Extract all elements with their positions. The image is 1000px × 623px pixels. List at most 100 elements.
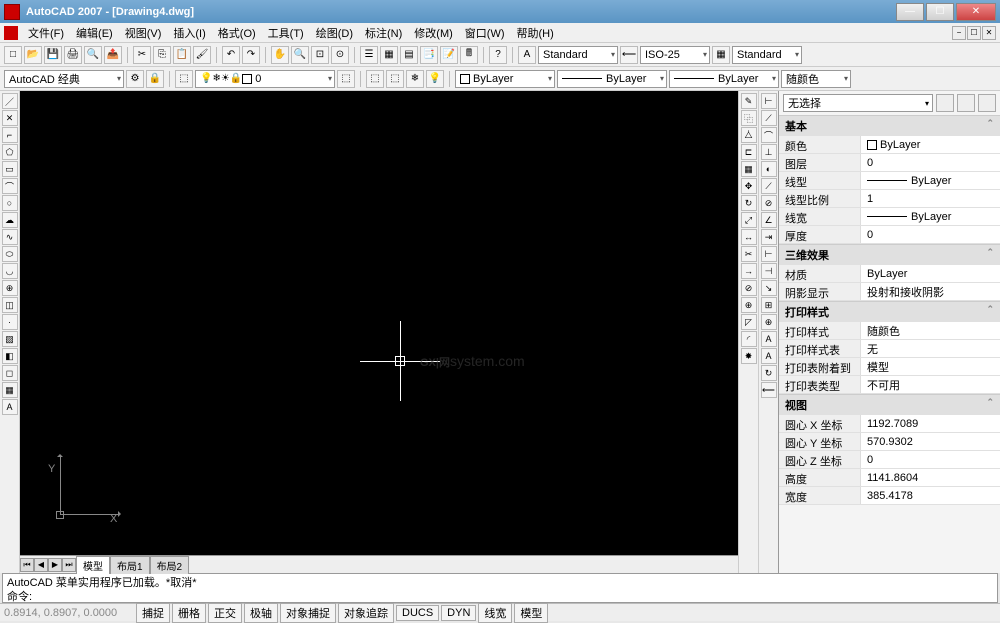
array-icon[interactable]: ▦ xyxy=(741,161,757,177)
rectangle-icon[interactable]: ▭ xyxy=(2,161,18,177)
centermark-icon[interactable]: ⊕ xyxy=(761,314,777,330)
dimcont-icon[interactable]: ⊣ xyxy=(761,263,777,279)
ellipsearc-icon[interactable]: ◡ xyxy=(2,263,18,279)
layer-freeze-icon[interactable]: ❄ xyxy=(406,70,424,88)
zoom-prev-icon[interactable]: ⊙ xyxy=(331,46,349,64)
prop-linetype-value[interactable]: ByLayer xyxy=(861,172,1000,189)
hatch-icon[interactable]: ▨ xyxy=(2,331,18,347)
region-icon[interactable]: ◻ xyxy=(2,365,18,381)
dimdia-icon[interactable]: ⊘ xyxy=(761,195,777,211)
arc-icon[interactable]: ⌒ xyxy=(2,178,18,194)
prop-shadow-value[interactable]: 投射和接收阴影 xyxy=(861,283,1000,300)
prop-plotattach-value[interactable]: 模型 xyxy=(861,358,1000,375)
select-objects-icon[interactable] xyxy=(957,94,975,112)
workspace-lock-icon[interactable]: 🔒 xyxy=(146,70,164,88)
markup-icon[interactable]: 📝 xyxy=(440,46,458,64)
chamfer-icon[interactable]: ◸ xyxy=(741,314,757,330)
menu-tools[interactable]: 工具(T) xyxy=(262,23,310,43)
properties-icon[interactable]: ☰ xyxy=(360,46,378,64)
insert-icon[interactable]: ⊕ xyxy=(2,280,18,296)
prop-color-value[interactable]: ByLayer xyxy=(861,136,1000,153)
prop-plotstyle-value[interactable]: 随颜色 xyxy=(861,322,1000,339)
tab-last-icon[interactable]: ⏭ xyxy=(62,558,76,572)
tab-next-icon[interactable]: ▶ xyxy=(48,558,62,572)
move-icon[interactable]: ✥ xyxy=(741,178,757,194)
layer-iso-icon[interactable]: ⬚ xyxy=(386,70,404,88)
preview-icon[interactable]: 🔍 xyxy=(84,46,102,64)
menu-help[interactable]: 帮助(H) xyxy=(511,23,560,43)
zoom-window-icon[interactable]: ⊡ xyxy=(311,46,329,64)
menu-dimension[interactable]: 标注(N) xyxy=(359,23,408,43)
stretch-icon[interactable]: ↔ xyxy=(741,229,757,245)
dimang-icon[interactable]: ∠ xyxy=(761,212,777,228)
section-3d[interactable]: 三维效果⌃ xyxy=(779,245,1000,265)
block-icon[interactable]: ◫ xyxy=(2,297,18,313)
mtext-icon[interactable]: A xyxy=(2,399,18,415)
print-icon[interactable]: 🖨 xyxy=(64,46,82,64)
prop-plottype-value[interactable]: 不可用 xyxy=(861,376,1000,393)
menu-draw[interactable]: 绘图(D) xyxy=(310,23,359,43)
polar-toggle[interactable]: 极轴 xyxy=(244,603,278,623)
zoom-realtime-icon[interactable]: 🔍 xyxy=(291,46,309,64)
grid-toggle[interactable]: 栅格 xyxy=(172,603,206,623)
textstyle-combo[interactable]: Standard xyxy=(538,46,618,64)
tab-model[interactable]: 模型 xyxy=(76,556,110,574)
circle-icon[interactable]: ○ xyxy=(2,195,18,211)
menu-modify[interactable]: 修改(M) xyxy=(408,23,459,43)
dimedit-icon[interactable]: A xyxy=(761,331,777,347)
dimord-icon[interactable]: ⊥ xyxy=(761,144,777,160)
toggle-pickadd-icon[interactable] xyxy=(936,94,954,112)
dimstyle-icon[interactable]: ⟵ xyxy=(620,46,638,64)
cut-icon[interactable]: ✂ xyxy=(133,46,151,64)
dimupdate-icon[interactable]: ↻ xyxy=(761,365,777,381)
dimbase-icon[interactable]: ⊢ xyxy=(761,246,777,262)
coordinates[interactable]: 0.8914, 0.8907, 0.0000 xyxy=(4,607,134,619)
ortho-toggle[interactable]: 正交 xyxy=(208,603,242,623)
workspace-settings-icon[interactable]: ⚙ xyxy=(126,70,144,88)
prop-layer-value[interactable]: 0 xyxy=(861,154,1000,171)
leader-icon[interactable]: ↘ xyxy=(761,280,777,296)
ducs-toggle[interactable]: DUCS xyxy=(396,605,439,621)
erase-icon[interactable]: ✎ xyxy=(741,93,757,109)
tab-prev-icon[interactable]: ◀ xyxy=(34,558,48,572)
menu-file[interactable]: 文件(F) xyxy=(22,23,70,43)
menu-format[interactable]: 格式(O) xyxy=(212,23,262,43)
rotate-icon[interactable]: ↻ xyxy=(741,195,757,211)
command-line[interactable]: AutoCAD 菜单实用程序已加载。*取消* 命令: xyxy=(2,573,998,603)
workspace-combo[interactable]: AutoCAD 经典 xyxy=(4,70,124,88)
tab-first-icon[interactable]: ⏮ xyxy=(20,558,34,572)
dimarc-icon[interactable]: ⌒ xyxy=(761,127,777,143)
extend-icon[interactable]: → xyxy=(741,263,757,279)
osnap-toggle[interactable]: 对象捕捉 xyxy=(280,603,336,623)
section-plot[interactable]: 打印样式⌃ xyxy=(779,302,1000,322)
pan-icon[interactable]: ✋ xyxy=(271,46,289,64)
menu-view[interactable]: 视图(V) xyxy=(119,23,168,43)
textstyle-icon[interactable]: A xyxy=(518,46,536,64)
prop-cx-value[interactable]: 1192.7089 xyxy=(861,415,1000,432)
trim-icon[interactable]: ✂ xyxy=(741,246,757,262)
qdim-icon[interactable]: ⇥ xyxy=(761,229,777,245)
prop-height-value[interactable]: 1141.8604 xyxy=(861,469,1000,486)
undo-icon[interactable]: ↶ xyxy=(222,46,240,64)
dimlinear-icon[interactable]: ⊢ xyxy=(761,93,777,109)
ellipse-icon[interactable]: ⬭ xyxy=(2,246,18,262)
polygon-icon[interactable]: ⬠ xyxy=(2,144,18,160)
prop-ltscale-value[interactable]: 1 xyxy=(861,190,1000,207)
linetype-combo[interactable]: ByLayer xyxy=(557,70,667,88)
model-toggle[interactable]: 模型 xyxy=(514,603,548,623)
break-icon[interactable]: ⊘ xyxy=(741,280,757,296)
prop-cy-value[interactable]: 570.9302 xyxy=(861,433,1000,450)
prop-lineweight-value[interactable]: ByLayer xyxy=(861,208,1000,225)
tablestyle-icon[interactable]: ▦ xyxy=(712,46,730,64)
sheetset-icon[interactable]: 📑 xyxy=(420,46,438,64)
copy-obj-icon[interactable]: ⿻ xyxy=(741,110,757,126)
scale-icon[interactable]: ⤢ xyxy=(741,212,757,228)
join-icon[interactable]: ⊕ xyxy=(741,297,757,313)
menu-insert[interactable]: 插入(I) xyxy=(167,23,211,43)
mirror-icon[interactable]: ⧊ xyxy=(741,127,757,143)
open-icon[interactable]: 📂 xyxy=(24,46,42,64)
save-icon[interactable]: 💾 xyxy=(44,46,62,64)
gradient-icon[interactable]: ◧ xyxy=(2,348,18,364)
quickselect-icon[interactable] xyxy=(978,94,996,112)
layer-off-icon[interactable]: 💡 xyxy=(426,70,444,88)
